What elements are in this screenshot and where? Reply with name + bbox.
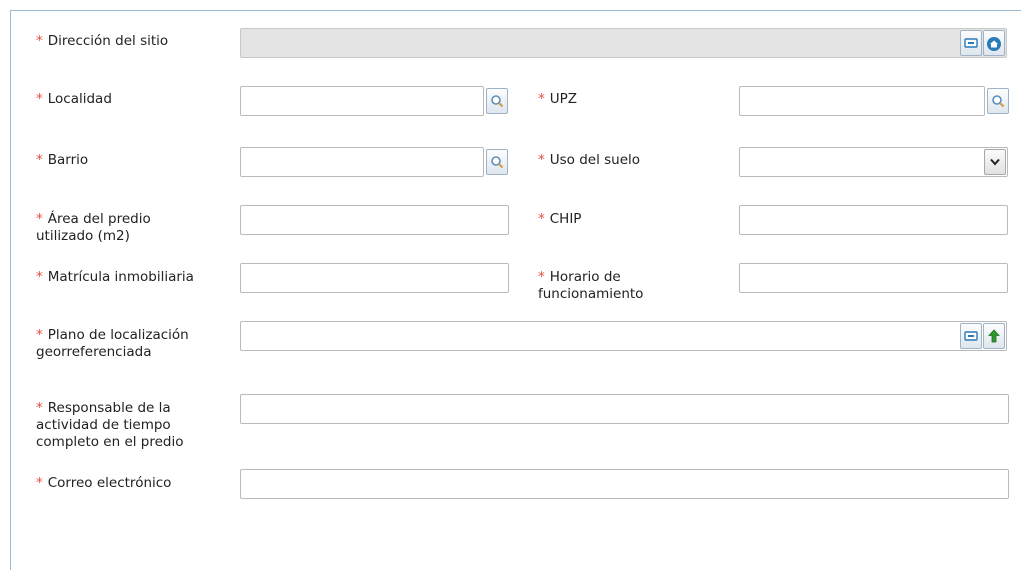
chevron-down-icon[interactable] <box>984 149 1006 175</box>
uso-suelo-label: * Uso del suelo <box>538 152 640 169</box>
required-asterisk: * <box>36 475 43 491</box>
barrio-label: * Barrio <box>36 152 88 169</box>
plano-label-line1: Plano de localización <box>47 327 189 343</box>
barrio-label-text: Barrio <box>47 152 89 168</box>
matricula-label: * Matrícula inmobiliaria <box>36 269 194 286</box>
minus-icon[interactable] <box>960 30 982 56</box>
magnifier-icon[interactable] <box>486 88 508 114</box>
horario-label-line2: funcionamiento <box>538 286 644 302</box>
localidad-label-text: Localidad <box>47 91 112 107</box>
required-asterisk: * <box>36 91 43 107</box>
responsable-label-line3: completo en el predio <box>36 434 184 450</box>
upz-input[interactable] <box>739 86 985 116</box>
area-label-line2: utilizado (m2) <box>36 228 130 244</box>
plano-label: * Plano de localización georreferenciada <box>36 327 189 361</box>
correo-label: * Correo electrónico <box>36 475 171 492</box>
plano-file-input[interactable] <box>240 321 1007 351</box>
upz-label: * UPZ <box>538 91 577 108</box>
responsable-input[interactable] <box>240 394 1009 424</box>
direccion-input[interactable] <box>240 28 1007 58</box>
required-asterisk: * <box>538 211 545 227</box>
uso-suelo-select[interactable] <box>739 147 1008 177</box>
horario-label-line1: Horario de <box>549 269 621 285</box>
home-icon[interactable] <box>983 30 1005 56</box>
responsable-label: * Responsable de la actividad de tiempo c… <box>36 400 184 451</box>
required-asterisk: * <box>36 211 43 227</box>
horario-input[interactable] <box>739 263 1008 293</box>
chip-input[interactable] <box>739 205 1008 235</box>
magnifier-icon[interactable] <box>987 88 1009 114</box>
direccion-label: * Dirección del sitio <box>36 33 168 50</box>
localidad-input[interactable] <box>240 86 484 116</box>
localidad-label: * Localidad <box>36 91 112 108</box>
required-asterisk: * <box>36 33 43 49</box>
required-asterisk: * <box>538 152 545 168</box>
uso-suelo-label-text: Uso del suelo <box>549 152 641 168</box>
plano-label-line2: georreferenciada <box>36 344 152 360</box>
area-label-line1: Área del predio <box>47 211 151 227</box>
chip-label-text: CHIP <box>549 211 582 227</box>
matricula-input[interactable] <box>240 263 509 293</box>
chip-label: * CHIP <box>538 211 581 228</box>
area-label: * Área del predio utilizado (m2) <box>36 211 151 245</box>
required-asterisk: * <box>538 91 545 107</box>
magnifier-icon[interactable] <box>486 149 508 175</box>
required-asterisk: * <box>36 269 43 285</box>
area-input[interactable] <box>240 205 509 235</box>
correo-input[interactable] <box>240 469 1009 499</box>
up-arrow-icon[interactable] <box>983 323 1005 349</box>
responsable-label-line1: Responsable de la <box>47 400 171 416</box>
horario-label: * Horario de funcionamiento <box>538 269 643 303</box>
upz-label-text: UPZ <box>549 91 578 107</box>
minus-icon[interactable] <box>960 323 982 349</box>
required-asterisk: * <box>36 327 43 343</box>
required-asterisk: * <box>36 152 43 168</box>
correo-label-text: Correo electrónico <box>47 475 172 491</box>
barrio-input[interactable] <box>240 147 484 177</box>
responsable-label-line2: actividad de tiempo <box>36 417 171 433</box>
required-asterisk: * <box>538 269 545 285</box>
form-frame-top-border <box>10 10 1021 11</box>
matricula-label-text: Matrícula inmobiliaria <box>47 269 194 285</box>
required-asterisk: * <box>36 400 43 416</box>
form-frame-left-border <box>10 10 11 570</box>
direccion-label-text: Dirección del sitio <box>47 33 169 49</box>
